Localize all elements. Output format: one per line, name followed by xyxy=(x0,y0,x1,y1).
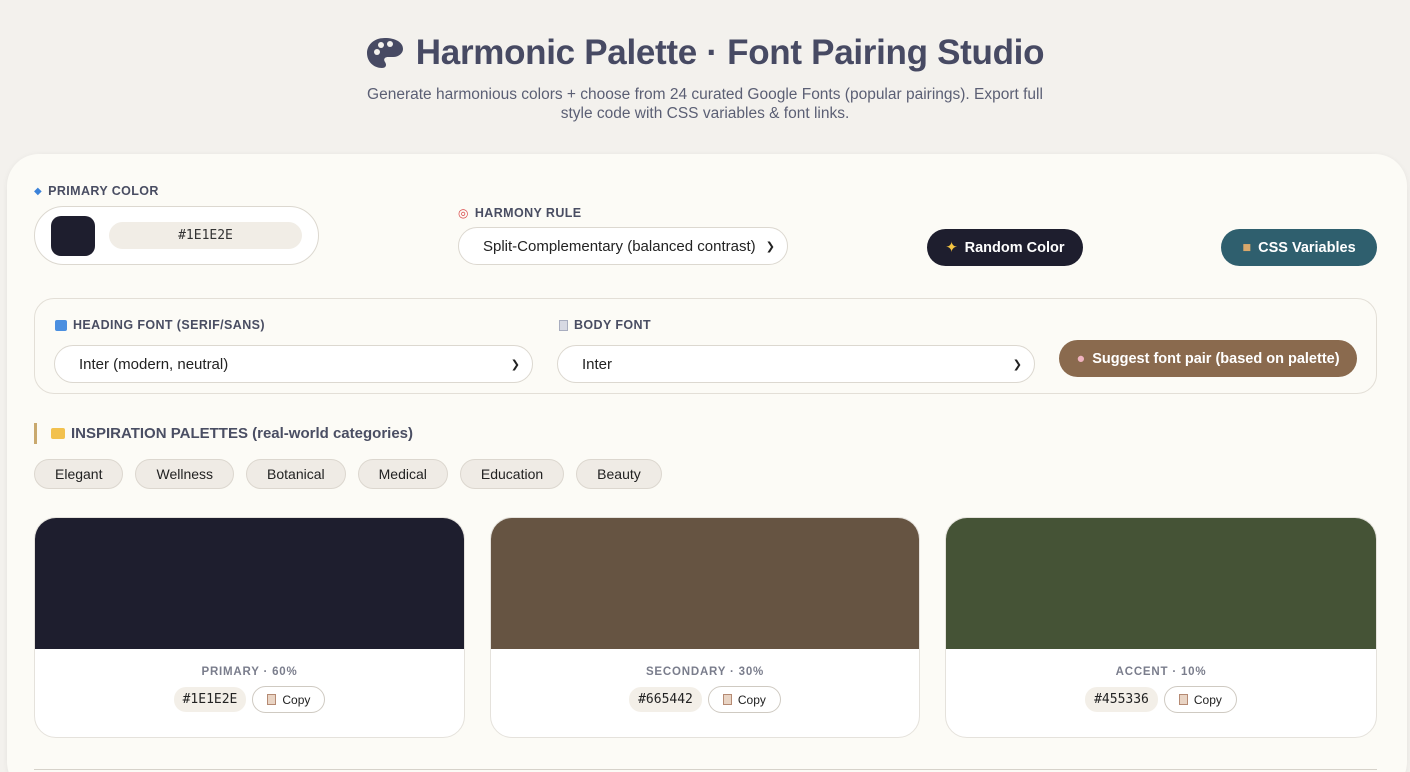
chevron-down-icon: ❯ xyxy=(1012,358,1022,371)
body-font-label: BODY FONT xyxy=(559,318,651,332)
primary-color-label-text: PRIMARY COLOR xyxy=(48,184,159,198)
category-chip-wellness[interactable]: Wellness xyxy=(135,459,235,489)
palette-icon xyxy=(366,38,403,68)
category-chip-medical[interactable]: Medical xyxy=(357,459,448,489)
random-color-label: Random Color xyxy=(964,239,1065,256)
primary-hex-input[interactable]: #1E1E2E xyxy=(109,222,302,249)
sparkles-icon: ✦ xyxy=(945,239,958,256)
target-icon: ◎ xyxy=(458,206,469,220)
harmony-rule-label-text: HARMONY RULE xyxy=(474,206,582,220)
body-font-select[interactable]: Inter ❯ xyxy=(557,345,1035,383)
primary-color-label: ◆ PRIMARY COLOR xyxy=(34,184,319,198)
inspiration-categories: Elegant Wellness Botanical Medical Educa… xyxy=(34,459,662,489)
clipboard-icon xyxy=(1178,694,1188,705)
font-pairing-panel: HEADING FONT (SERIF/SANS) Inter (modern,… xyxy=(34,298,1377,394)
clipboard-icon xyxy=(722,694,732,705)
category-chip-beauty[interactable]: Beauty xyxy=(576,459,662,489)
css-variables-button[interactable]: ■ CSS Variables xyxy=(1221,229,1377,266)
category-chip-education[interactable]: Education xyxy=(459,459,565,489)
palette-card-secondary: SECONDARY · 30% #665442 Copy xyxy=(490,517,920,738)
diamond-icon: ◆ xyxy=(34,185,43,197)
copy-button[interactable]: Copy xyxy=(1163,686,1237,713)
harmony-rule-value: Split-Complementary (balanced contrast) xyxy=(483,237,756,255)
document-icon xyxy=(559,319,568,331)
copy-label: Copy xyxy=(282,692,311,707)
palette-card-accent: ACCENT · 10% #455336 Copy xyxy=(945,517,1377,738)
harmony-rule-section: ◎ HARMONY RULE Split-Complementary (bala… xyxy=(458,206,788,265)
category-chip-elegant[interactable]: Elegant xyxy=(34,459,124,489)
heading-font-value: Inter (modern, neutral) xyxy=(79,355,229,373)
harmony-rule-label: ◎ HARMONY RULE xyxy=(458,206,788,220)
clipboard-icon xyxy=(267,694,277,705)
page-header: Harmonic Palette · Font Pairing Studio G… xyxy=(0,0,1410,123)
palette-role: ACCENT · 10% xyxy=(1115,666,1207,678)
copy-button[interactable]: Copy xyxy=(252,686,326,713)
palette-role: SECONDARY · 30% xyxy=(645,666,765,678)
body-font-section: BODY FONT xyxy=(559,318,651,332)
palette-icon: ● xyxy=(1076,350,1086,367)
copy-label: Copy xyxy=(737,692,766,707)
inspiration-heading: INSPIRATION PALETTES (real-world categor… xyxy=(34,423,413,444)
title-text: Harmonic Palette · Font Pairing Studio xyxy=(415,33,1045,72)
heading-font-label: HEADING FONT (SERIF/SANS) xyxy=(55,318,265,332)
section-divider xyxy=(34,769,1377,770)
chevron-down-icon: ❯ xyxy=(510,358,520,371)
page-title: Harmonic Palette · Font Pairing Studio xyxy=(0,33,1410,73)
palette-swatch-primary xyxy=(35,518,464,649)
body-font-value: Inter xyxy=(582,355,613,373)
palette-card-primary: PRIMARY · 60% #1E1E2E Copy xyxy=(34,517,465,738)
css-variables-label: CSS Variables xyxy=(1258,239,1356,256)
category-chip-botanical[interactable]: Botanical xyxy=(246,459,346,489)
chevron-down-icon: ❯ xyxy=(765,240,775,253)
page-subtitle: Generate harmonious colors + choose from… xyxy=(367,86,1043,122)
heading-font-select[interactable]: Inter (modern, neutral) ❯ xyxy=(54,345,533,383)
palette-hex: #1E1E2E xyxy=(173,687,247,712)
random-color-button[interactable]: ✦ Random Color xyxy=(927,229,1083,266)
primary-color-section: ◆ PRIMARY COLOR #1E1E2E xyxy=(34,184,319,265)
palette-hex: #455336 xyxy=(1085,687,1158,712)
palette-swatch-secondary xyxy=(491,518,919,649)
palette-swatch-accent xyxy=(946,518,1376,649)
folder-icon xyxy=(51,428,65,439)
inspiration-heading-text: INSPIRATION PALETTES (real-world categor… xyxy=(71,425,413,442)
heading-font-label-text: HEADING FONT (SERIF/SANS) xyxy=(73,318,265,332)
copy-button[interactable]: Copy xyxy=(707,686,781,713)
body-font-label-text: BODY FONT xyxy=(574,318,651,332)
heading-font-section: HEADING FONT (SERIF/SANS) xyxy=(55,318,265,332)
suggest-font-pair-label: Suggest font pair (based on palette) xyxy=(1092,350,1340,367)
primary-color-picker: #1E1E2E xyxy=(34,206,319,265)
copy-label: Copy xyxy=(1193,692,1222,707)
package-icon: ■ xyxy=(1242,239,1252,256)
suggest-font-pair-button[interactable]: ● Suggest font pair (based on palette) xyxy=(1059,340,1357,377)
abc-icon xyxy=(55,319,67,331)
harmony-rule-select[interactable]: Split-Complementary (balanced contrast) … xyxy=(458,227,788,265)
palette-hex: #665442 xyxy=(629,687,702,712)
primary-color-swatch[interactable] xyxy=(51,215,95,256)
main-card: ◆ PRIMARY COLOR #1E1E2E ◎ HARMONY RULE S… xyxy=(7,154,1407,772)
palette-role: PRIMARY · 60% xyxy=(201,666,298,678)
